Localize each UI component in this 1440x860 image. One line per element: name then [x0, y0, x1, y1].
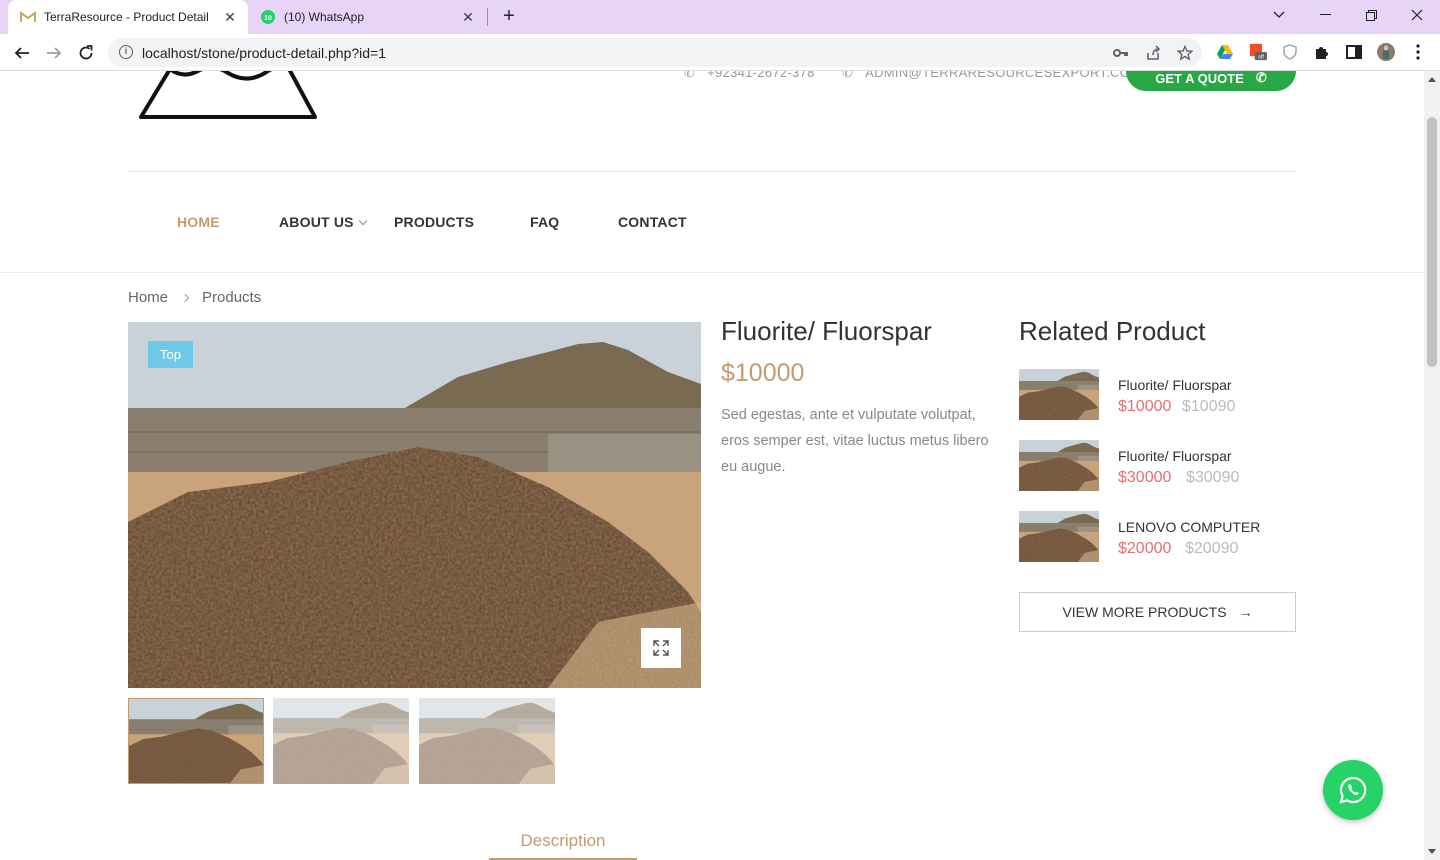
view-more-label: VIEW MORE PRODUCTS	[1062, 604, 1227, 620]
email-text: ADMIN@TERRARESOURCESEXPORT.COM	[865, 71, 1142, 80]
site-logo[interactable]	[138, 71, 318, 126]
nav-about-us[interactable]: ABOUT US	[279, 214, 367, 230]
view-more-products-button[interactable]: VIEW MORE PRODUCTS →	[1019, 592, 1296, 632]
header-divider	[128, 171, 1296, 172]
related-product-old-price: $20090	[1185, 540, 1239, 557]
tab-terraresource[interactable]: TerraResource - Product Detail ✕	[8, 0, 248, 34]
product-description: Sed egestas, ante et vulputate volutpat,…	[721, 407, 989, 475]
arrow-left-icon	[14, 47, 29, 59]
product-badge: Top	[148, 341, 193, 368]
product-title: Fluorite/ Fluorspar	[721, 316, 932, 346]
product-main-image[interactable]	[128, 322, 701, 688]
whatsapp-badge-icon: 10	[260, 9, 276, 25]
quote-button-label: GET A QUOTE	[1155, 71, 1244, 86]
restore-button[interactable]	[1348, 0, 1394, 30]
tab-title: TerraResource - Product Detail	[44, 10, 209, 24]
google-drive-icon[interactable]	[1216, 43, 1234, 61]
header-phone[interactable]: ✆ +92341-2672-378	[684, 71, 815, 81]
whatsapp-chat-button[interactable]	[1323, 760, 1383, 820]
breadcrumb-products[interactable]: Products	[202, 289, 261, 306]
product-price: $10000	[721, 359, 805, 387]
browser-toolbar: i localhost/stone/product-detail.php?id=…	[0, 34, 1440, 71]
product-thumbnail[interactable]	[273, 698, 409, 784]
phone-text: +92341-2672-378	[707, 71, 815, 80]
related-product-name[interactable]: LENOVO COMPUTER	[1118, 519, 1260, 535]
related-product-price: $30000	[1118, 469, 1172, 486]
expand-icon	[653, 640, 669, 656]
scroll-down-arrow-icon[interactable]	[1428, 849, 1436, 854]
close-icon[interactable]: ✕	[458, 7, 478, 27]
star-icon[interactable]	[1176, 44, 1194, 62]
product-thumbnail[interactable]	[128, 698, 264, 784]
browser-tab-bar: TerraResource - Product Detail ✕ 10 (10)…	[0, 0, 1440, 34]
get-a-quote-button[interactable]: GET A QUOTE ✆	[1126, 71, 1296, 91]
arrow-right-icon	[47, 47, 62, 59]
related-product-heading: Related Product	[1019, 316, 1206, 346]
sidebar-icon[interactable]	[1345, 43, 1363, 61]
chevron-right-icon	[180, 293, 190, 302]
tab-whatsapp[interactable]: 10 (10) WhatsApp ✕	[250, 0, 486, 34]
back-button[interactable]	[9, 40, 35, 66]
scroll-thumb[interactable]	[1427, 117, 1437, 367]
key-icon[interactable]	[1112, 44, 1130, 62]
chevron-down-icon	[1273, 11, 1285, 18]
tab-title: (10) WhatsApp	[284, 10, 365, 24]
scroll-up-arrow-icon[interactable]	[1428, 77, 1436, 82]
close-window-button[interactable]	[1394, 0, 1440, 30]
puzzle-icon[interactable]	[1313, 43, 1331, 61]
gmail-m-icon	[20, 9, 36, 25]
header-email[interactable]: ✆ ADMIN@TERRARESOURCESEXPORT.COM	[842, 71, 1141, 81]
breadcrumb-home[interactable]: Home	[128, 289, 168, 306]
related-product-name[interactable]: Fluorite/ Fluorspar	[1118, 448, 1232, 464]
share-icon[interactable]	[1144, 44, 1162, 62]
nav-divider	[0, 272, 1424, 273]
minimize-button[interactable]	[1302, 0, 1348, 30]
page-scrollbar[interactable]	[1424, 71, 1440, 860]
address-bar[interactable]: i localhost/stone/product-detail.php?id=…	[108, 38, 1202, 67]
nav-contact[interactable]: CONTACT	[618, 214, 687, 230]
related-product-image[interactable]	[1019, 440, 1099, 491]
nav-products[interactable]: PRODUCTS	[394, 214, 474, 230]
reload-button[interactable]	[73, 40, 99, 66]
extension-off-icon[interactable]: off	[1249, 43, 1267, 61]
related-product-name[interactable]: Fluorite/ Fluorspar	[1118, 377, 1232, 393]
related-product-image[interactable]	[1019, 511, 1099, 562]
related-product-item[interactable]: Fluorite/ Fluorspar $10000 $10090	[1019, 369, 1299, 420]
product-thumbnail[interactable]	[419, 698, 555, 784]
extension-badge: off	[1258, 55, 1265, 61]
chevron-down-icon	[358, 216, 367, 226]
arrow-right-icon: →	[1238, 604, 1253, 620]
phone-icon: ✆	[1255, 71, 1267, 85]
shield-icon[interactable]	[1281, 43, 1299, 61]
forward-button[interactable]	[41, 40, 67, 66]
related-product-price: $20000	[1118, 540, 1172, 557]
reload-icon	[79, 45, 93, 60]
mountain-logo-icon	[139, 71, 317, 119]
related-product-image[interactable]	[1019, 369, 1099, 420]
nav-faq[interactable]: FAQ	[530, 214, 559, 230]
nav-home[interactable]: HOME	[177, 214, 220, 230]
related-product-item[interactable]: LENOVO COMPUTER $20000 $20090	[1019, 511, 1299, 562]
tab-badge: 10	[264, 15, 272, 22]
expand-button[interactable]	[641, 628, 681, 668]
related-product-price: $10000	[1118, 398, 1172, 415]
tab-separator	[487, 8, 488, 26]
new-tab-button[interactable]: +	[498, 6, 520, 28]
tab-search-button[interactable]	[1256, 0, 1302, 30]
site-info-icon[interactable]: i	[119, 45, 133, 59]
related-product-item[interactable]: Fluorite/ Fluorspar $30000 $30090	[1019, 440, 1299, 491]
menu-dots-icon[interactable]	[1409, 43, 1427, 61]
page: ✆ +92341-2672-378 ✆ ADMIN@TERRARESOURCES…	[0, 71, 1424, 860]
nav-about-label: ABOUT US	[279, 214, 354, 230]
url-text: localhost/stone/product-detail.php?id=1	[142, 45, 387, 61]
related-product-old-price: $10090	[1182, 398, 1236, 415]
breadcrumb: Home Products	[128, 289, 261, 306]
profile-avatar-icon[interactable]	[1377, 43, 1395, 61]
phone-icon: ✆	[684, 71, 696, 80]
link-icon: ✆	[842, 71, 854, 80]
whatsapp-icon	[1339, 776, 1367, 804]
close-icon[interactable]: ✕	[220, 7, 240, 27]
related-product-old-price: $30090	[1186, 469, 1240, 486]
tab-description[interactable]: Description	[489, 831, 637, 860]
